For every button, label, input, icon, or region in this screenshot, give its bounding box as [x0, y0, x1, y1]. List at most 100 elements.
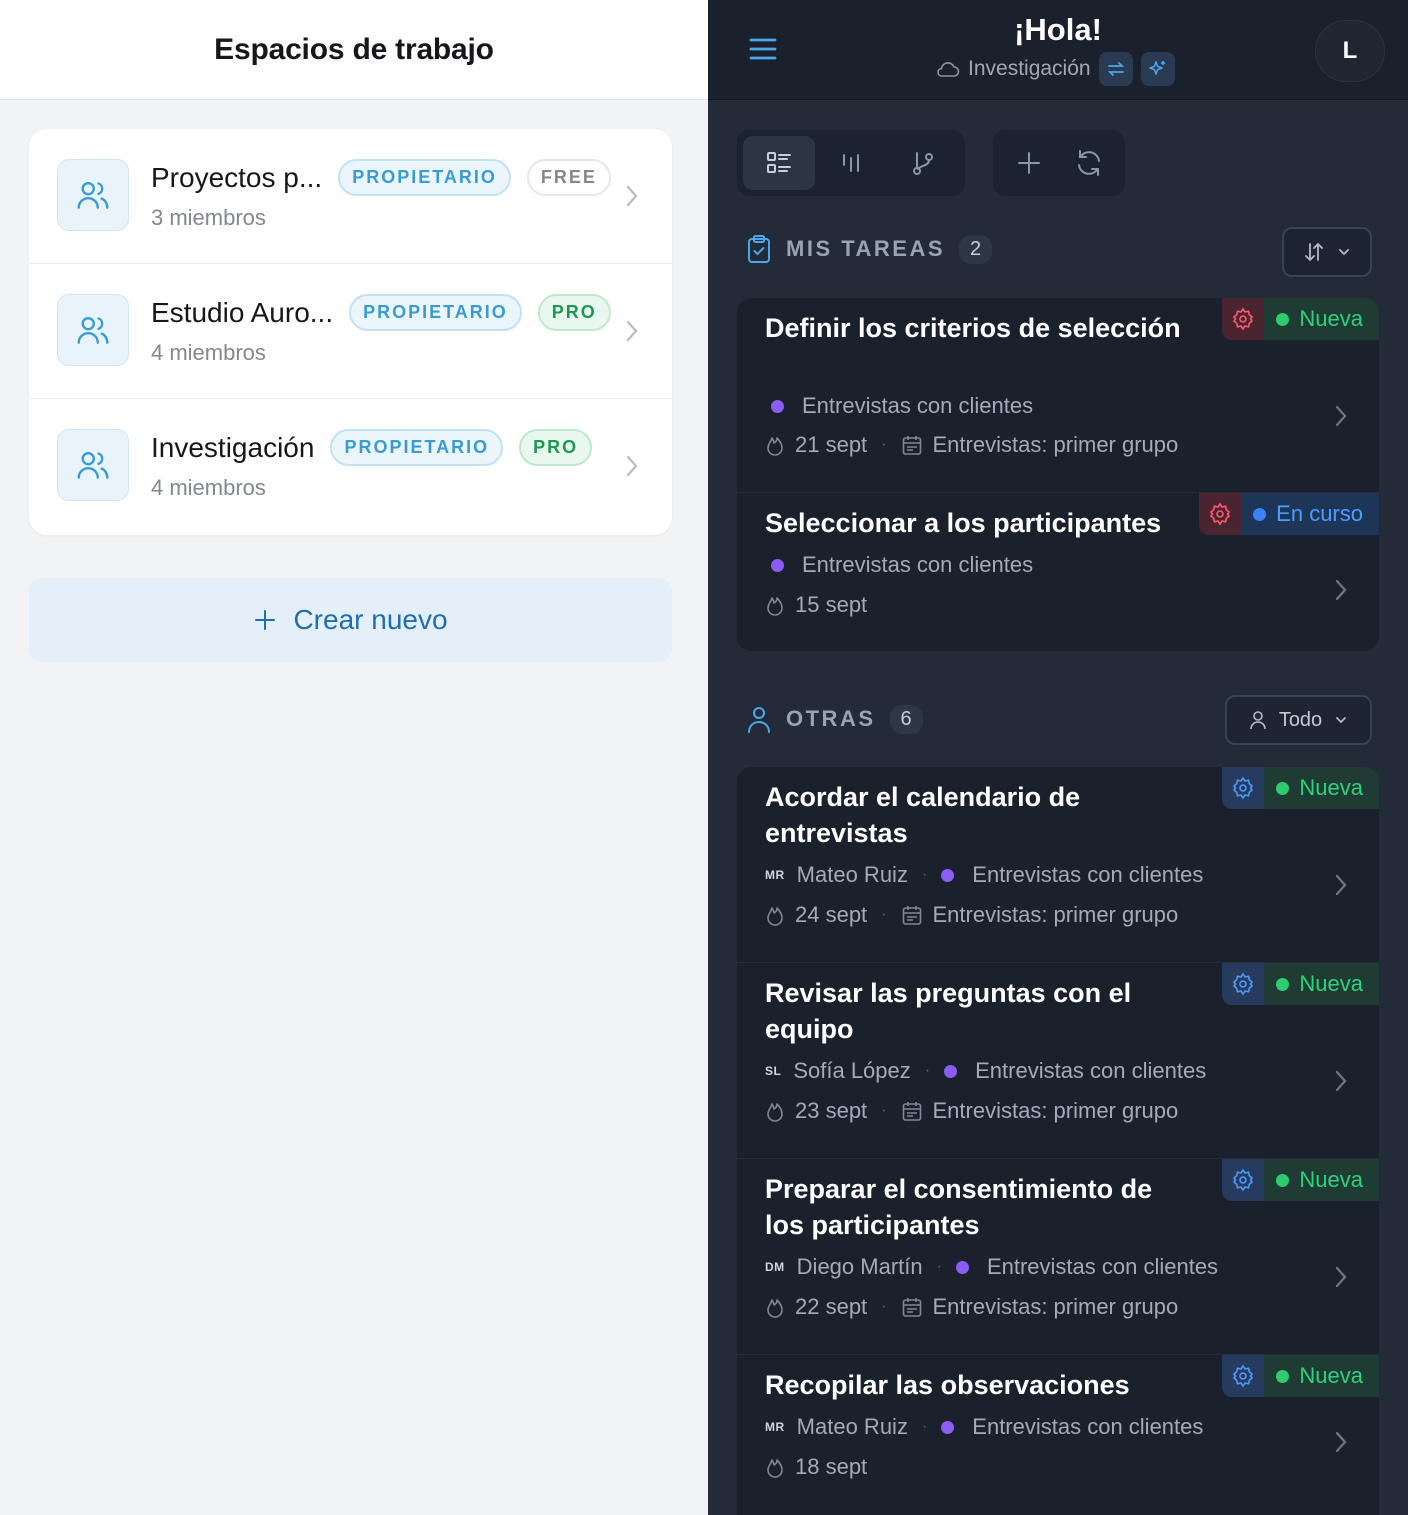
workspace-members: 4 miembros [151, 475, 266, 500]
top-bar: ¡Hola! Investigación L [708, 0, 1408, 100]
task-milestone: Entrevistas: primer grupo [932, 432, 1179, 457]
list-view-icon[interactable] [743, 136, 815, 190]
chevron-down-icon [1339, 249, 1349, 256]
task-date: 21 sept [795, 432, 868, 457]
other-tasks-title: OTRAS [786, 706, 876, 731]
my-tasks-count: 2 [959, 234, 993, 264]
refresh-icon[interactable] [1059, 136, 1119, 190]
flame-icon [767, 437, 783, 456]
task-card[interactable]: Preparar el consentimiento de los partic… [737, 1159, 1379, 1355]
status-label: En curso [1276, 501, 1363, 526]
chevron-right-icon [624, 453, 640, 484]
task-assignee-line: MR Mateo Ruiz · Entrevistas con clientes [765, 862, 1204, 887]
task-assignee: Diego Martín [796, 1254, 923, 1279]
status-badge: Nueva [1222, 1355, 1379, 1397]
project-dot [955, 1260, 969, 1274]
task-date: 22 sept [795, 1294, 868, 1319]
other-tasks-list: Acordar el calendario de entrevistas Nue… [737, 767, 1379, 1515]
workspaces-title: Espacios de trabajo [214, 32, 494, 66]
task-assignee-line: MR Mateo Ruiz · Entrevistas con clientes [765, 1414, 1204, 1439]
sort-icon [1305, 242, 1323, 262]
create-workspace-button[interactable]: Crear nuevo [29, 578, 672, 662]
current-workspace: Investigación [968, 57, 1091, 80]
task-project: Entrevistas con clientes [975, 1058, 1207, 1083]
assignee-initials: SL [765, 1064, 782, 1078]
project-dot [941, 1420, 955, 1434]
sort-dropdown[interactable] [1282, 227, 1372, 277]
task-title: Recopilar las observaciones [765, 1370, 1130, 1400]
task-project: Entrevistas con clientes [986, 1254, 1219, 1279]
flame-icon [767, 597, 783, 616]
gear-icon[interactable] [1222, 298, 1265, 340]
assignee-initials: MR [765, 868, 785, 882]
greeting: ¡Hola! [1014, 12, 1102, 47]
project-dot [944, 1064, 958, 1078]
task-date-line: 22 sept · Entrevistas: primer grupo [765, 1294, 1178, 1320]
workspace-switcher[interactable]: Investigación [934, 52, 1175, 86]
avatar[interactable]: L [1315, 20, 1385, 82]
project-dot [771, 399, 784, 413]
status-badge: En curso [1199, 493, 1379, 535]
task-card[interactable]: Revisar las preguntas con el equipo Nuev… [737, 963, 1379, 1159]
task-date-line: 23 sept · Entrevistas: primer grupo [765, 1098, 1178, 1124]
task-date-line: 18 sept [765, 1454, 867, 1480]
assignee-initials: DM [765, 1260, 785, 1274]
task-assignee-line: DM Diego Martín · Entrevistas con client… [765, 1254, 1219, 1279]
task-project: Entrevistas con clientes [802, 552, 1034, 577]
calendar-icon [902, 1102, 921, 1121]
plan-badge: PRO [537, 294, 611, 331]
workspace-members: 4 miembros [151, 340, 266, 365]
view-toolbar [737, 130, 965, 196]
task-card[interactable]: Definir los criterios de selección Nueva… [737, 298, 1379, 493]
other-tasks-count: 6 [889, 704, 923, 734]
task-card[interactable]: Acordar el calendario de entrevistas Nue… [737, 767, 1379, 963]
status-badge: Nueva [1222, 963, 1379, 1005]
workspace-item[interactable]: Investigación PROPIETARIO PRO 4 miembros [29, 399, 672, 534]
status-label: Nueva [1299, 775, 1363, 800]
task-milestone: Entrevistas: primer grupo [932, 1294, 1179, 1319]
workspaces-panel: Espacios de trabajo Proyectos p... PROPI… [0, 0, 708, 1515]
gear-icon[interactable] [1222, 1355, 1265, 1397]
gear-icon[interactable] [1222, 767, 1265, 809]
status-label: Nueva [1299, 971, 1363, 996]
gear-icon[interactable] [1222, 1159, 1265, 1201]
task-project: Entrevistas con clientes [972, 1414, 1204, 1439]
assignee-initials: MR [765, 1420, 785, 1434]
task-date: 23 sept [795, 1098, 868, 1123]
status-badge: Nueva [1222, 1159, 1379, 1201]
workspace-item[interactable]: Proyectos p... PROPIETARIO FREE 3 miembr… [29, 129, 672, 264]
action-toolbar [993, 130, 1125, 196]
create-label: Crear nuevo [293, 604, 448, 635]
assignee-filter-dropdown[interactable]: Todo [1225, 695, 1372, 745]
chevron-down-icon [1336, 717, 1347, 724]
task-card[interactable]: Seleccionar a los participantes En curso… [737, 493, 1379, 651]
task-project: Entrevistas con clientes [972, 862, 1204, 887]
sparkles-icon[interactable] [1140, 52, 1175, 86]
calendar-icon [902, 1298, 921, 1317]
task-assignee: Sofía López [793, 1058, 911, 1083]
task-date-line: 21 sept · Entrevistas: primer grupo [765, 432, 1178, 458]
chevron-right-icon [624, 318, 640, 349]
gear-icon[interactable] [1222, 963, 1265, 1005]
calendar-icon [902, 906, 921, 925]
task-date-line: 24 sept · Entrevistas: primer grupo [765, 902, 1178, 928]
task-milestone: Entrevistas: primer grupo [932, 902, 1179, 927]
project-dot [771, 558, 784, 572]
board-view-icon[interactable] [815, 136, 887, 190]
gear-icon[interactable] [1199, 493, 1242, 535]
other-tasks-header: OTRAS 6 [746, 704, 923, 734]
my-tasks-title: MIS TAREAS [786, 236, 946, 261]
switch-icon[interactable] [1098, 52, 1133, 86]
workspace-item[interactable]: Estudio Auro... PROPIETARIO PRO 4 miembr… [29, 264, 672, 399]
user-icon [1250, 711, 1266, 730]
add-icon[interactable] [999, 136, 1059, 190]
workspace-members: 3 miembros [151, 205, 266, 230]
task-title: Definir los criterios de selección [765, 313, 1181, 343]
role-badge: PROPIETARIO [330, 429, 504, 466]
task-title: Acordar el calendario de entrevistas [765, 782, 1081, 848]
branch-view-icon[interactable] [887, 136, 959, 190]
user-icon [748, 707, 770, 733]
workspace-name: Proyectos p... [151, 161, 323, 193]
project-dot [941, 868, 955, 882]
task-card[interactable]: Recopilar las observaciones Nueva MR Mat… [737, 1355, 1379, 1515]
